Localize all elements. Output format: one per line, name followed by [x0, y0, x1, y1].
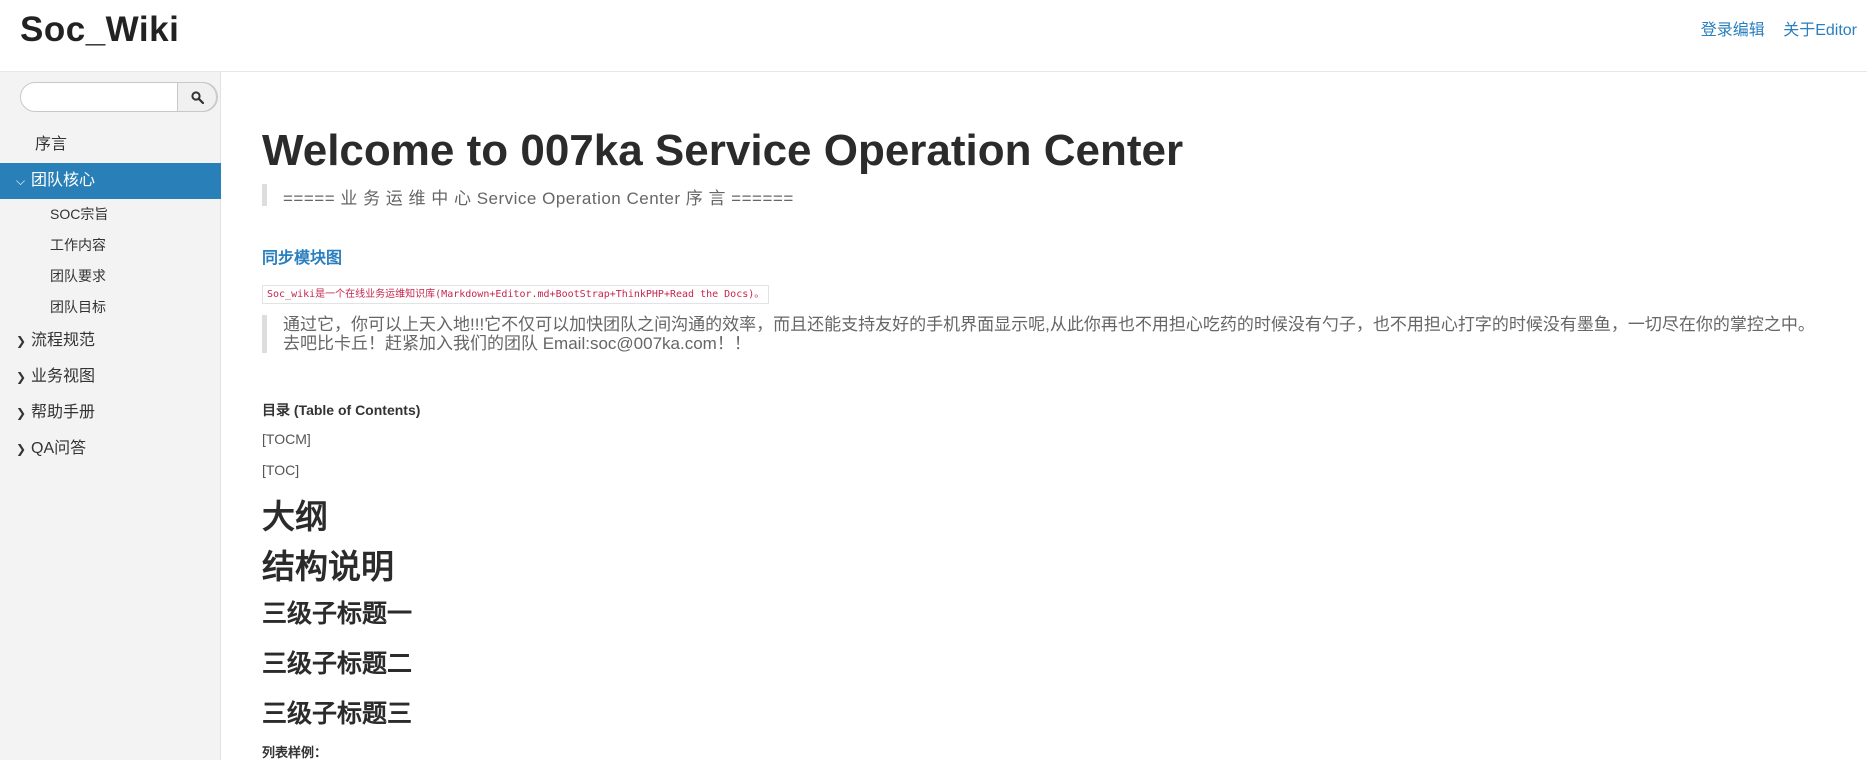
sidebar-item-process-standards[interactable]: ❯ 流程规范	[0, 323, 221, 359]
subtitle-quote: ===== 业 务 运 维 中 心 Service Operation Cent…	[262, 184, 794, 208]
login-edit-link[interactable]: 登录编辑	[1701, 22, 1765, 39]
chevron-right-icon: ❯	[16, 370, 27, 384]
list-sample-label: 列表样例：	[262, 745, 328, 760]
intro-quote: 通过它，你可以上天入地!!!它不仅可以加快团队之间沟通的效率，而且还能支持友好的…	[262, 315, 1842, 353]
search-button[interactable]	[177, 82, 217, 112]
tocm-placeholder: [TOCM]	[262, 431, 311, 447]
sidebar-item-label: 团队核心	[31, 172, 96, 189]
sidebar-item-team-core[interactable]: ⌵ 团队核心	[0, 163, 221, 199]
sidebar-item-help-manual[interactable]: ❯ 帮助手册	[0, 395, 221, 431]
sidebar-item-label: 流程规范	[31, 332, 96, 349]
top-links: 登录编辑 关于Editor	[1687, 16, 1857, 40]
sync-module-diagram-link[interactable]: 同步模块图	[262, 244, 342, 268]
top-navbar: Soc_Wiki 登录编辑 关于Editor	[0, 0, 1867, 72]
sidebar-item-label: 帮助手册	[31, 404, 96, 421]
chevron-right-icon: ❯	[16, 406, 27, 420]
search-box	[20, 82, 218, 112]
sidebar-item-preface[interactable]: 序言	[0, 127, 221, 163]
intro-quote-line: 通过它，你可以上天入地!!!它不仅可以加快团队之间沟通的效率，而且还能支持友好的…	[283, 315, 1815, 334]
level3-heading-2: 三级子标题二	[262, 650, 413, 678]
toc-heading: 目录 (Table of Contents)	[262, 402, 421, 418]
chevron-right-icon: ❯	[16, 442, 27, 456]
sidebar-subitem-soc-purpose[interactable]: SOC宗旨	[0, 199, 221, 230]
sidebar-item-label: 序言	[35, 136, 68, 153]
search-input[interactable]	[31, 87, 181, 107]
chevron-right-icon: ❯	[16, 334, 27, 348]
sidebar: 序言 ⌵ 团队核心 SOC宗旨 工作内容 团队要求 团队目标 ❯ 流程规范 ❯ …	[0, 72, 221, 760]
page-title: Welcome to 007ka Service Operation Cente…	[262, 126, 1184, 175]
sidebar-subitem-work-content[interactable]: 工作内容	[0, 230, 221, 261]
intro-code-line: Soc_wiki是一个在线业务运维知识库(Markdown+Editor.md+…	[262, 285, 770, 304]
outline-heading: 大纲	[262, 498, 328, 535]
chevron-down-icon: ⌵	[16, 174, 26, 188]
sidebar-item-qa[interactable]: ❯ QA问答	[0, 431, 221, 467]
structure-heading: 结构说明	[262, 548, 394, 585]
level3-heading-1: 三级子标题一	[262, 600, 413, 628]
sidebar-subitem-team-goals[interactable]: 团队目标	[0, 292, 221, 323]
sidebar-item-label: 业务视图	[31, 368, 96, 385]
level3-heading-3: 三级子标题三	[262, 700, 413, 728]
sidebar-subitem-team-requirements[interactable]: 团队要求	[0, 261, 221, 292]
sidebar-item-label: QA问答	[31, 440, 87, 457]
brand-logo[interactable]: Soc_Wiki	[20, 10, 179, 50]
sidebar-nav: 序言 ⌵ 团队核心 SOC宗旨 工作内容 团队要求 团队目标 ❯ 流程规范 ❯ …	[0, 127, 221, 467]
search-icon	[191, 91, 204, 104]
sidebar-item-business-view[interactable]: ❯ 业务视图	[0, 359, 221, 395]
intro-quote-line: 去吧比卡丘！赶紧加入我们的团队 Email:soc@007ka.com！！	[283, 334, 751, 353]
about-editor-link[interactable]: 关于Editor	[1783, 22, 1857, 39]
toc-placeholder: [TOC]	[262, 462, 300, 478]
